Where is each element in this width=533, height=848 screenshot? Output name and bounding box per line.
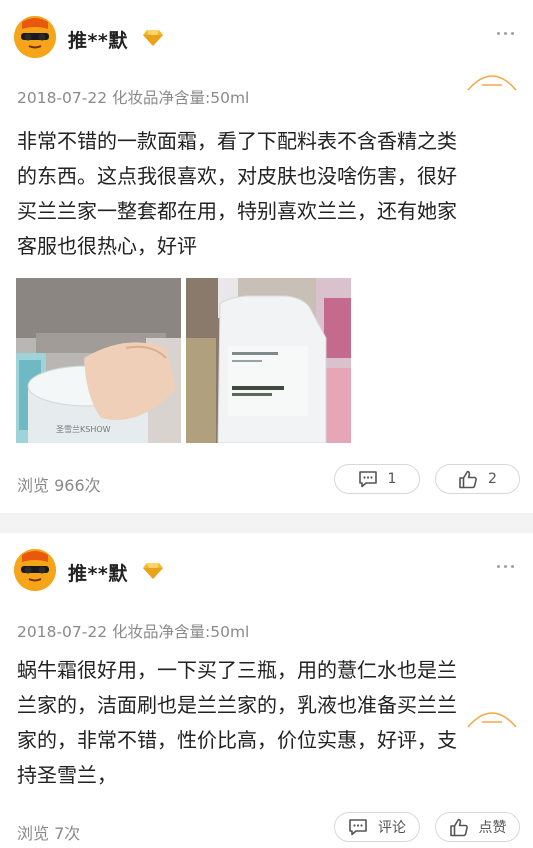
review-content: 非常不错的一款面霜，看了下配料表不含香精之类 的东西。这点我很喜欢，对皮肤也没啥…	[17, 129, 457, 258]
sunglasses-face-icon	[14, 549, 56, 591]
like-button[interactable]: 点赞	[435, 812, 520, 842]
stamp-icon	[467, 712, 517, 728]
more-dots-icon[interactable]	[497, 26, 519, 40]
review-content: 蜗牛霜很好用，一下买了三瓶，用的薏仁水也是兰 兰家的，洁面刷也是兰兰家的，乳液也…	[17, 658, 457, 787]
thumbs-up-icon	[459, 470, 477, 488]
review-meta: 2018-07-22 化妆品净含量:50ml	[17, 89, 250, 107]
toner-bottle-photo[interactable]	[186, 278, 351, 443]
like-count: 2	[488, 471, 497, 487]
username[interactable]: 推**默	[68, 26, 128, 53]
review-card: 推**默 2018-07-22 化妆品净含量:50ml 非常不错的一款面霜，看了…	[0, 0, 533, 513]
cream-jar-photo[interactable]: 圣雪兰KSHOW	[16, 278, 181, 443]
comment-button[interactable]: 评论	[334, 812, 420, 842]
user-avatar[interactable]	[14, 549, 56, 591]
jar-label: 圣雪兰KSHOW	[56, 424, 111, 434]
comment-label: 评论	[378, 820, 406, 836]
section-divider	[0, 513, 533, 533]
comment-count: 1	[387, 471, 397, 487]
comment-button[interactable]: 1	[334, 464, 420, 494]
view-count: 浏览 966次	[17, 476, 101, 495]
stamp-icon	[467, 75, 517, 91]
like-button[interactable]: 2	[435, 464, 520, 494]
review-card: 推**默 2018-07-22 化妆品净含量:50ml 蜗牛霜很好用，一下买了三…	[0, 533, 533, 848]
review-meta: 2018-07-22 化妆品净含量:50ml	[17, 623, 250, 641]
diamond-icon	[143, 563, 163, 579]
view-count: 浏览 7次	[17, 824, 81, 843]
username[interactable]: 推**默	[68, 559, 128, 586]
more-dots-icon[interactable]	[497, 559, 519, 573]
like-label: 点赞	[478, 820, 507, 836]
comment-bubble-icon	[358, 471, 377, 488]
diamond-icon	[143, 30, 163, 46]
sunglasses-face-icon	[14, 16, 56, 58]
comment-bubble-icon	[349, 819, 367, 836]
thumbs-up-icon	[449, 818, 468, 836]
user-avatar[interactable]	[14, 16, 56, 58]
